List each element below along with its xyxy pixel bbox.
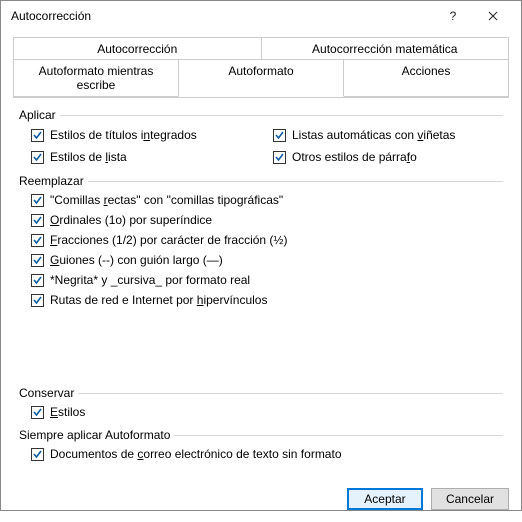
- checkbox-box: [273, 151, 286, 164]
- checkbox-box: [31, 194, 44, 207]
- close-button[interactable]: [473, 1, 513, 31]
- check-icon: [274, 130, 285, 141]
- apply-check-2[interactable]: Listas automáticas con viñetas: [273, 126, 503, 144]
- checkbox-label: "Comillas rectas" con "comillas tipográf…: [50, 192, 283, 208]
- checkbox-box: [31, 151, 44, 164]
- tab-autocorreccion[interactable]: Autocorrección: [13, 37, 262, 60]
- close-icon: [488, 11, 498, 21]
- checkbox-box: [31, 294, 44, 307]
- apply-check-1[interactable]: Estilos de lista: [31, 148, 261, 166]
- check-icon: [32, 275, 43, 286]
- dialog-content: Autocorrección Autocorrección matemática…: [1, 31, 521, 478]
- check-icon: [32, 215, 43, 226]
- checkbox-label: Estilos de títulos integrados: [50, 127, 197, 143]
- check-icon: [32, 255, 43, 266]
- checkbox-box: [31, 274, 44, 287]
- replace-options: "Comillas rectas" con "comillas tipográf…: [19, 192, 503, 308]
- titlebar: Autocorrección ?: [1, 1, 521, 31]
- checkbox-label: Rutas de red e Internet por hipervínculo…: [50, 292, 267, 308]
- checkbox-label: Otros estilos de párrafo: [292, 149, 417, 165]
- cancel-button[interactable]: Cancelar: [431, 488, 509, 510]
- tab-autocorreccion-matematica[interactable]: Autocorrección matemática: [261, 37, 510, 60]
- dialog-title: Autocorrección: [11, 9, 433, 23]
- checkbox-label: Estilos de lista: [50, 149, 127, 165]
- check-icon: [32, 449, 43, 460]
- apply-options: Estilos de títulos integrados Estilos de …: [19, 126, 503, 166]
- replace-check-3[interactable]: Guiones (--) con guión largo (—): [31, 252, 503, 268]
- always-check-0[interactable]: Documentos de correo electrónico de text…: [31, 446, 503, 462]
- group-apply-label: Aplicar: [19, 108, 503, 122]
- help-button[interactable]: ?: [433, 1, 473, 31]
- preserve-check-0[interactable]: Estilos: [31, 404, 503, 420]
- tab-acciones[interactable]: Acciones: [343, 59, 509, 97]
- tab-autoformato[interactable]: Autoformato: [178, 59, 344, 97]
- group-replace-label: Reemplazar: [19, 174, 503, 188]
- autoformat-panel: Aplicar Estilos de títulos integradosEst…: [13, 98, 509, 466]
- checkbox-label: Ordinales (1o) por superíndice: [50, 212, 212, 228]
- check-icon: [32, 235, 43, 246]
- replace-check-1[interactable]: Ordinales (1o) por superíndice: [31, 212, 503, 228]
- checkbox-box: [273, 129, 286, 142]
- checkbox-box: [31, 234, 44, 247]
- checkbox-label: *Negrita* y _cursiva_ por formato real: [50, 272, 250, 288]
- checkbox-label: Estilos: [50, 404, 85, 420]
- replace-check-4[interactable]: *Negrita* y _cursiva_ por formato real: [31, 272, 503, 288]
- tab-row-2: Autoformato mientras escribe Autoformato…: [13, 59, 509, 98]
- checkbox-label: Documentos de correo electrónico de text…: [50, 446, 342, 462]
- tab-autoformato-mientras-escribe[interactable]: Autoformato mientras escribe: [13, 59, 179, 97]
- check-icon: [32, 407, 43, 418]
- checkbox-label: Listas automáticas con viñetas: [292, 127, 455, 143]
- checkbox-box: [31, 406, 44, 419]
- always-options: Documentos de correo electrónico de text…: [19, 446, 503, 462]
- preserve-options: Estilos: [19, 404, 503, 420]
- checkbox-box: [31, 254, 44, 267]
- check-icon: [32, 195, 43, 206]
- checkbox-box: [31, 448, 44, 461]
- autocorrect-dialog: Autocorrección ? Autocorrección Autocorr…: [0, 0, 522, 511]
- checkbox-box: [31, 129, 44, 142]
- apply-check-0[interactable]: Estilos de títulos integrados: [31, 126, 261, 144]
- replace-check-2[interactable]: Fracciones (1/2) por carácter de fracció…: [31, 232, 503, 248]
- ok-button[interactable]: Aceptar: [347, 488, 423, 510]
- dialog-buttons: Aceptar Cancelar: [1, 478, 521, 522]
- replace-check-0[interactable]: "Comillas rectas" con "comillas tipográf…: [31, 192, 503, 208]
- check-icon: [32, 295, 43, 306]
- apply-check-3[interactable]: Otros estilos de párrafo: [273, 148, 503, 166]
- checkbox-box: [31, 214, 44, 227]
- group-preserve-label: Conservar: [19, 386, 503, 400]
- group-always-label: Siempre aplicar Autoformato: [19, 428, 503, 442]
- check-icon: [32, 130, 43, 141]
- checkbox-label: Fracciones (1/2) por carácter de fracció…: [50, 232, 287, 248]
- tab-row-1: Autocorrección Autocorrección matemática: [13, 37, 509, 60]
- checkbox-label: Guiones (--) con guión largo (—): [50, 252, 223, 268]
- replace-check-5[interactable]: Rutas de red e Internet por hipervínculo…: [31, 292, 503, 308]
- check-icon: [32, 152, 43, 163]
- check-icon: [274, 152, 285, 163]
